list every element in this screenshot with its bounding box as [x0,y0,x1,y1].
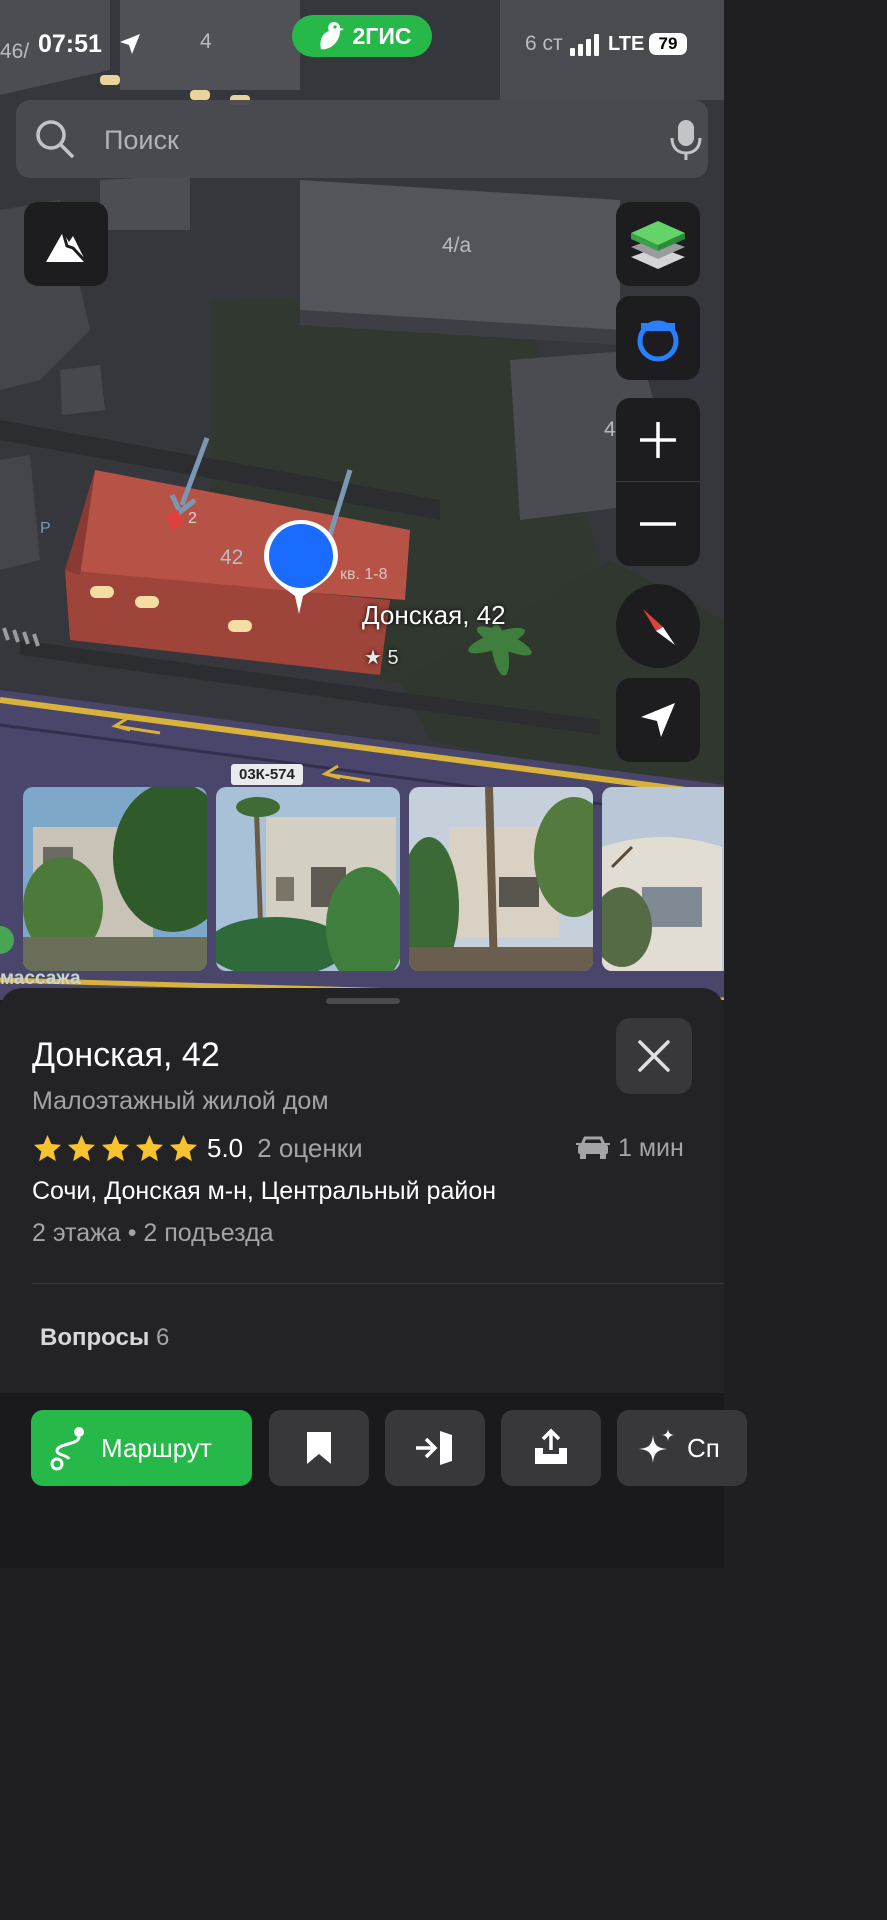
place-address: Сочи, Донская м-н, Центральный район [32,1177,497,1205]
location-pin-icon[interactable] [262,518,340,616]
route-button[interactable]: Маршрут [31,1410,252,1486]
place-title: Донская, 42 [32,1036,220,1074]
map-building-label: 4/а [442,234,472,257]
route-icon [50,1427,84,1471]
route-widget-button[interactable] [616,296,700,380]
photo-2[interactable] [216,787,400,971]
my-location-icon [641,703,675,737]
building-photo [216,787,400,971]
share-icon [535,1428,567,1464]
sheet-grabber[interactable] [326,998,400,1004]
map-view[interactable]: 46/ 4 6 ст 4/а 4 42 кв. 1-8 2 Р Донская,… [0,0,724,1000]
place-floors: 2 этажа • 2 подъезда [32,1219,274,1247]
brand-badge[interactable]: 2ГИС [292,15,432,57]
questions-section[interactable]: Вопросы 6 [40,1324,169,1352]
star-icon [135,1134,164,1161]
close-icon [638,1040,670,1072]
map-building-label: 42 [220,546,244,569]
search-icon [36,120,74,158]
map-parking-label: Р [40,520,51,537]
map-selected-rating: ★ 5 [364,647,399,669]
map-building-label: 4 [604,418,616,441]
place-type: Малоэтажный жилой дом [32,1087,329,1115]
car-icon [576,1136,610,1159]
compass-button[interactable] [616,584,700,668]
zoom-out-button[interactable] [616,482,700,566]
building-photo [602,787,724,971]
layers-icon [631,221,685,269]
sparkle-icon [639,1429,674,1463]
place-card[interactable]: Донская, 42 Малоэтажный жилой дом 5.0 2 … [0,988,747,1568]
rating-value: 5.0 [207,1132,244,1163]
terrain-button[interactable] [24,202,108,286]
close-button[interactable] [616,1018,692,1094]
road-name-label: массажа [0,968,81,989]
brand-name: 2ГИС [352,22,412,49]
photo-3[interactable] [409,787,593,971]
cellular-signal-icon [570,34,599,56]
route-widget-icon [637,320,679,362]
photo-4[interactable] [602,787,724,971]
action-bar: Маршрут Сп [0,1393,747,1568]
star-icon [169,1134,198,1161]
search-bar[interactable] [16,100,708,178]
star-icon [67,1134,96,1161]
star-rating [32,1133,199,1164]
zoom-in-button[interactable] [616,398,700,482]
bookmark-button[interactable] [269,1410,369,1486]
status-bar: 07:51 2ГИС LTE 79 [0,0,724,90]
entrance-button[interactable] [385,1410,485,1486]
zoom-in-icon [640,422,676,458]
photo-strip[interactable] [23,787,724,971]
zoom-controls [616,398,700,566]
more-actions-label: Сп [687,1432,720,1463]
building-photo [23,787,207,971]
search-input[interactable] [104,120,644,160]
questions-count: 6 [156,1324,170,1351]
zoom-out-icon [640,522,676,526]
photo-1[interactable] [23,787,207,971]
divider [32,1283,724,1284]
rating-row[interactable]: 5.0 2 оценки [32,1130,363,1166]
more-actions-button[interactable]: Сп [617,1410,747,1486]
route-button-label: Маршрут [101,1432,212,1463]
star-icon [33,1134,62,1161]
map-entrance-label: 2 [188,510,197,527]
terrain-icon [46,231,88,264]
map-apartments-label: кв. 1-8 [340,566,388,583]
microphone-icon[interactable] [666,118,706,162]
status-time: 07:51 [38,30,102,58]
location-services-icon [120,34,140,54]
bookmark-icon [307,1432,331,1464]
compass-icon [643,609,675,645]
star-icon [101,1134,130,1161]
drive-time-value: 1 мин [618,1133,684,1162]
battery-indicator: 79 [649,33,687,55]
road-number-tag: 03К-574 [231,764,303,785]
building-photo [409,787,593,971]
questions-label: Вопросы [40,1324,150,1351]
my-location-button[interactable] [616,678,700,762]
drive-time[interactable]: 1 мин [576,1130,684,1166]
rating-count[interactable]: 2 оценки [257,1133,362,1164]
entrance-icon [416,1431,452,1465]
2gis-logo-icon [319,22,344,50]
share-button[interactable] [501,1410,601,1486]
map-selected-label: Донская, 42 [362,600,506,630]
network-type: LTE [608,33,645,55]
layers-button[interactable] [616,202,700,286]
